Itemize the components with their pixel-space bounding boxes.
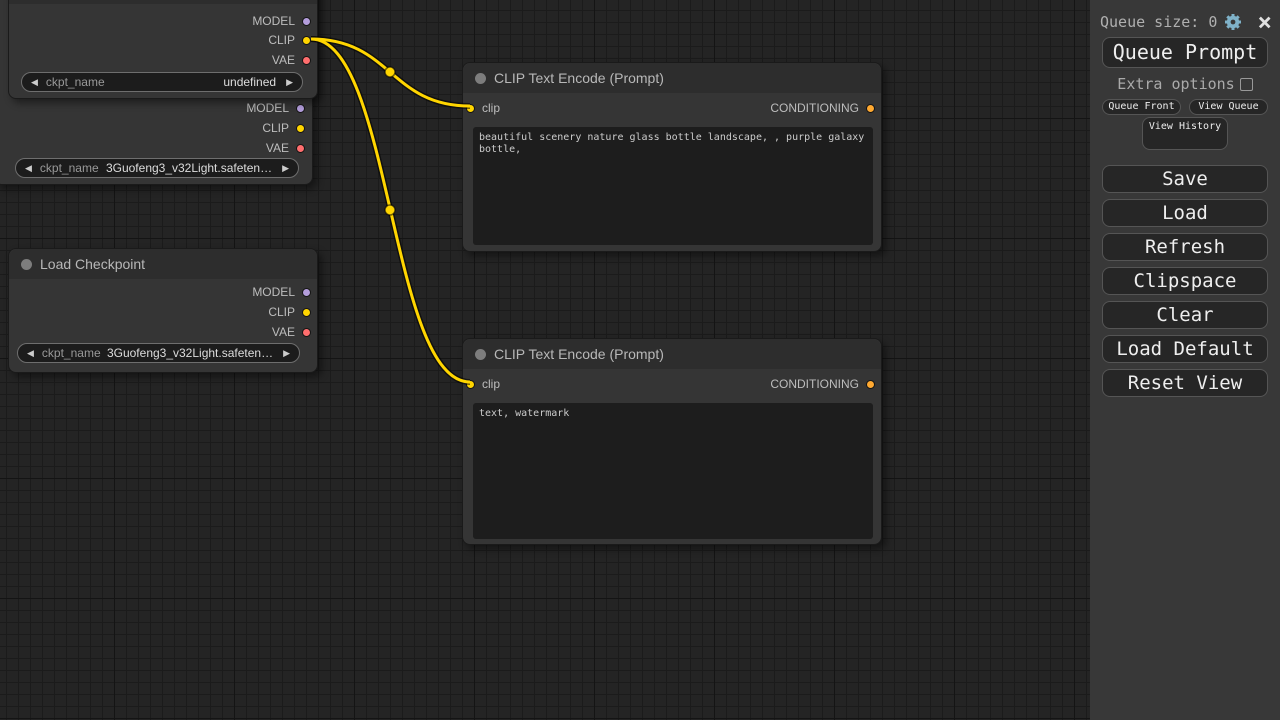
output-slot-clip[interactable]: CLIP (262, 119, 308, 137)
load-default-button[interactable]: Load Default (1102, 335, 1268, 363)
queue-prompt-button[interactable]: Queue Prompt (1102, 37, 1268, 68)
node-title: CLIP Text Encode (Prompt) (494, 346, 664, 362)
output-slot-model[interactable]: MODEL (252, 283, 314, 301)
output-slot-clip[interactable]: CLIP (268, 31, 314, 49)
queue-front-button[interactable]: Queue Front (1102, 99, 1181, 115)
refresh-button[interactable]: Refresh (1102, 233, 1268, 261)
ckpt-name-widget[interactable]: ◀ ckpt_name 3Guofeng3_v32Light.safeten… … (17, 343, 300, 363)
clip-port-dot[interactable] (302, 36, 311, 45)
settings-gear-icon[interactable] (1223, 12, 1243, 32)
widget-value: undefined (223, 75, 276, 89)
widget-value: 3Guofeng3_v32Light.safeten… (106, 161, 272, 175)
output-label: CLIP (268, 33, 295, 47)
widget-label: ckpt_name (40, 161, 99, 175)
output-slot-model[interactable]: MODEL (246, 99, 308, 117)
queue-size-label: Queue size: 0 (1100, 13, 1217, 31)
clip-link-2 (311, 39, 470, 382)
load-button[interactable]: Load (1102, 199, 1268, 227)
output-slot-conditioning[interactable]: CONDITIONING (770, 99, 878, 117)
clip-text-encode-node-2[interactable]: CLIP Text Encode (Prompt) clip CONDITION… (462, 338, 882, 545)
widget-label: ckpt_name (46, 75, 105, 89)
output-label: VAE (272, 53, 295, 67)
node-title: CLIP Text Encode (Prompt) (494, 70, 664, 86)
clip-link-1 (311, 39, 470, 106)
load-checkpoint-node-top[interactable]: MODEL CLIP VAE ◀ ckpt_name undefined ▶ (8, 0, 318, 99)
vae-port-dot[interactable] (302, 56, 311, 65)
widget-arrow-right-icon[interactable]: ▶ (286, 77, 293, 88)
comfy-menu: Queue size: 0 × Queue Prompt Extra optio… (1090, 0, 1280, 720)
output-slot-clip[interactable]: CLIP (268, 303, 314, 321)
input-label: clip (482, 377, 500, 391)
vae-port-dot[interactable] (302, 328, 311, 337)
input-slot-clip[interactable]: clip (471, 99, 500, 117)
input-label: clip (482, 101, 500, 115)
queue-size-value: 0 (1208, 13, 1217, 31)
queue-actions-row: Queue Front View Queue (1102, 99, 1268, 115)
conditioning-port-dot[interactable] (866, 380, 875, 389)
clip-port-dot[interactable] (296, 124, 305, 133)
link-midpoint-dot (385, 67, 395, 77)
reset-view-button[interactable]: Reset View (1102, 369, 1268, 397)
output-slot-conditioning[interactable]: CONDITIONING (770, 375, 878, 393)
menu-buttons: Save Load Refresh Clipspace Clear Load D… (1102, 165, 1268, 397)
collapse-dot-icon[interactable] (475, 349, 486, 360)
link-midpoint-dot (385, 205, 395, 215)
node-title-bar[interactable]: Load Checkpoint (9, 249, 317, 279)
clear-button[interactable]: Clear (1102, 301, 1268, 329)
view-queue-button[interactable]: View Queue (1189, 99, 1268, 115)
widget-arrow-right-icon[interactable]: ▶ (282, 163, 289, 174)
menu-header: Queue size: 0 × (1100, 10, 1272, 34)
node-title-bar[interactable]: CLIP Text Encode (Prompt) (463, 63, 881, 93)
extra-options-label: Extra options (1117, 75, 1234, 93)
clipspace-button[interactable]: Clipspace (1102, 267, 1268, 295)
collapse-dot-icon[interactable] (21, 259, 32, 270)
output-slot-vae[interactable]: VAE (266, 139, 308, 157)
close-icon[interactable]: × (1258, 12, 1272, 32)
widget-value: 3Guofeng3_v32Light.safeten… (107, 346, 273, 360)
output-slot-vae[interactable]: VAE (272, 51, 314, 69)
output-slot-vae[interactable]: VAE (272, 323, 314, 341)
output-label: VAE (266, 141, 289, 155)
prompt-textarea[interactable]: text, watermark (473, 403, 873, 539)
node-title-bar[interactable]: CLIP Text Encode (Prompt) (463, 339, 881, 369)
node-title: Load Checkpoint (40, 256, 145, 272)
model-port-dot[interactable] (296, 104, 305, 113)
output-label: MODEL (252, 14, 295, 28)
node-graph-canvas[interactable]: MODEL CLIP VAE ◀ ckpt_name 3Guofeng3_v32… (0, 0, 1090, 720)
output-label: MODEL (252, 285, 295, 299)
output-label: MODEL (246, 101, 289, 115)
clip-port-dot[interactable] (466, 380, 475, 389)
clip-text-encode-node-1[interactable]: CLIP Text Encode (Prompt) clip CONDITION… (462, 62, 882, 252)
widget-arrow-right-icon[interactable]: ▶ (283, 348, 290, 359)
output-label: CLIP (262, 121, 289, 135)
model-port-dot[interactable] (302, 288, 311, 297)
output-label: CONDITIONING (770, 101, 859, 115)
model-port-dot[interactable] (302, 17, 311, 26)
widget-label: ckpt_name (42, 346, 101, 360)
output-label: VAE (272, 325, 295, 339)
ckpt-name-widget[interactable]: ◀ ckpt_name undefined ▶ (21, 72, 303, 92)
vae-port-dot[interactable] (296, 144, 305, 153)
output-label: CONDITIONING (770, 377, 859, 391)
save-button[interactable]: Save (1102, 165, 1268, 193)
output-label: CLIP (268, 305, 295, 319)
extra-options-row: Extra options (1090, 76, 1280, 92)
clip-port-dot[interactable] (466, 104, 475, 113)
output-slot-model[interactable]: MODEL (252, 12, 314, 30)
input-slot-clip[interactable]: clip (471, 375, 500, 393)
load-checkpoint-node[interactable]: Load Checkpoint MODEL CLIP VAE ◀ ckpt_na… (8, 248, 318, 373)
collapse-dot-icon[interactable] (475, 73, 486, 84)
node-title-bar[interactable] (9, 0, 317, 4)
ckpt-name-widget[interactable]: ◀ ckpt_name 3Guofeng3_v32Light.safeten… … (15, 158, 299, 178)
widget-arrow-left-icon[interactable]: ◀ (27, 348, 34, 359)
widget-arrow-left-icon[interactable]: ◀ (31, 77, 38, 88)
view-history-button[interactable]: View History (1142, 117, 1228, 150)
clip-port-dot[interactable] (302, 308, 311, 317)
prompt-textarea[interactable]: beautiful scenery nature glass bottle la… (473, 127, 873, 245)
extra-options-checkbox[interactable] (1240, 78, 1253, 91)
widget-arrow-left-icon[interactable]: ◀ (25, 163, 32, 174)
conditioning-port-dot[interactable] (866, 104, 875, 113)
